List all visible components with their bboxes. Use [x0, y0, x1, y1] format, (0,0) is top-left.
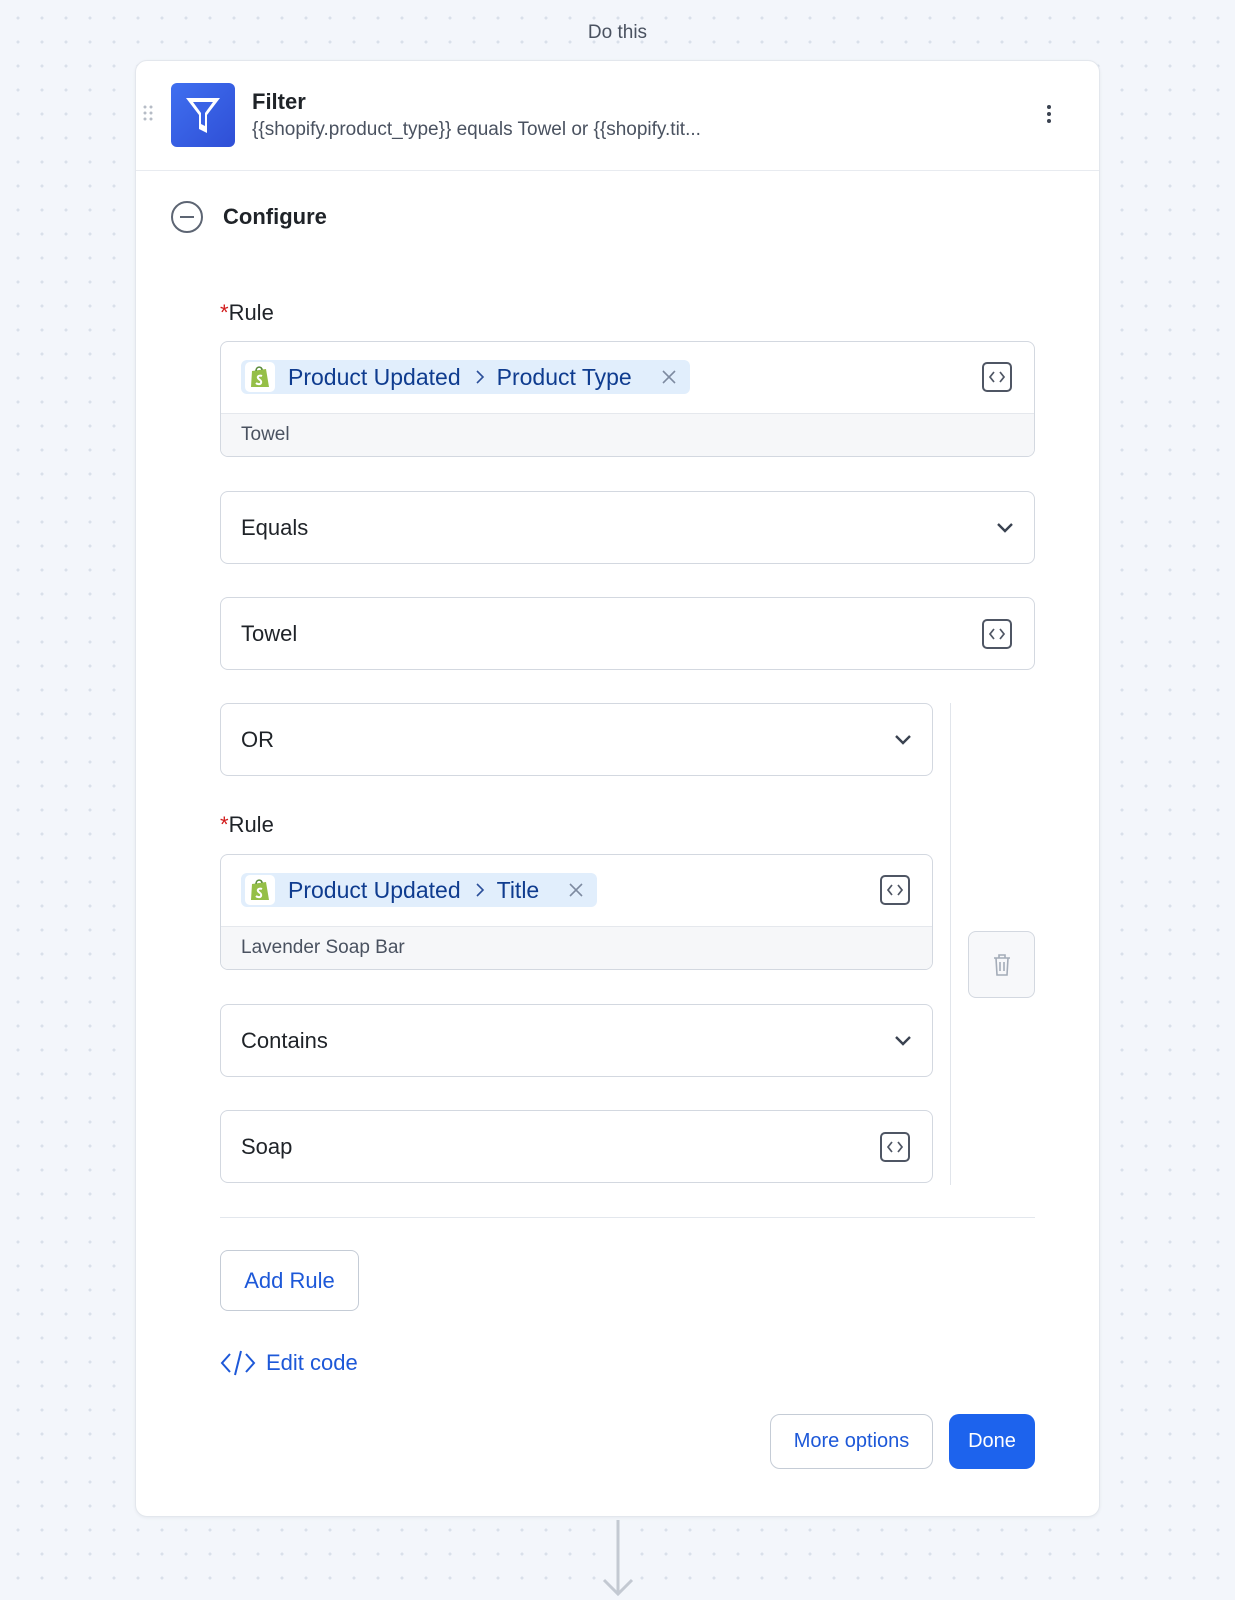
required-asterisk: *	[220, 812, 229, 837]
rule-1-field[interactable]: Product Updated Product Type Towel	[220, 341, 1035, 457]
value-text: Towel	[241, 621, 298, 646]
value-text: Soap	[241, 1134, 293, 1159]
group-divider-line	[950, 703, 951, 1185]
rule-2-field[interactable]: Product Updated Title Lavender Soap Bar	[220, 854, 933, 970]
token-field: Product Type	[496, 363, 632, 390]
rule-1-label: *Rule	[220, 300, 274, 325]
rule-1-value-input[interactable]: Towel	[220, 597, 1035, 670]
more-menu-icon[interactable]	[1039, 99, 1059, 129]
chevron-down-icon	[997, 523, 1013, 533]
code-icon	[220, 1350, 256, 1376]
delete-rule-button[interactable]	[968, 931, 1035, 998]
drag-handle-icon[interactable]	[143, 105, 155, 121]
do-this-label: Do this	[587, 22, 648, 43]
token-app: Product Updated	[288, 876, 461, 903]
done-button[interactable]: Done	[949, 1414, 1035, 1469]
shopify-icon	[245, 875, 275, 905]
code-toggle-icon[interactable]	[982, 619, 1012, 649]
rule-1-token[interactable]: Product Updated Product Type	[241, 360, 690, 394]
operator-value: Contains	[241, 1028, 328, 1053]
logic-operator-select[interactable]: OR	[220, 703, 933, 776]
step-title: Filter	[252, 89, 306, 114]
rule-2-label: *Rule	[220, 812, 274, 837]
edit-code-link[interactable]: Edit code	[220, 1348, 358, 1378]
section-divider	[220, 1217, 1035, 1218]
rule-2-value-input[interactable]: Soap	[220, 1110, 933, 1183]
trash-icon	[993, 953, 1010, 976]
shopify-icon	[245, 362, 275, 392]
remove-token-icon[interactable]	[662, 370, 676, 384]
collapse-icon[interactable]	[171, 201, 203, 233]
code-toggle-icon[interactable]	[880, 875, 910, 905]
rule-2-preview: Lavender Soap Bar	[221, 926, 932, 969]
rule-2-operator-select[interactable]: Contains	[220, 1004, 933, 1077]
chevron-right-icon	[475, 882, 485, 898]
chevron-down-icon	[895, 735, 911, 745]
filter-funnel-icon	[171, 83, 235, 147]
token-app: Product Updated	[288, 363, 461, 390]
remove-token-icon[interactable]	[569, 883, 583, 897]
add-rule-button[interactable]: Add Rule	[220, 1250, 359, 1311]
edit-code-label: Edit code	[266, 1350, 358, 1375]
chevron-right-icon	[475, 369, 485, 385]
rule-2-token[interactable]: Product Updated Title	[241, 873, 598, 907]
configure-section-toggle[interactable]: Configure	[171, 201, 327, 233]
more-options-button[interactable]: More options	[770, 1414, 933, 1469]
logic-value: OR	[241, 727, 274, 752]
step-subtitle: {{shopify.product_type}} equals Towel or…	[252, 119, 701, 140]
step-header[interactable]: Filter {{shopify.product_type}} equals T…	[136, 61, 1099, 171]
flow-arrow-icon	[602, 1520, 634, 1597]
rule-1-preview: Towel	[221, 413, 1034, 456]
code-toggle-icon[interactable]	[880, 1132, 910, 1162]
operator-value: Equals	[241, 515, 309, 540]
required-asterisk: *	[220, 300, 229, 325]
configure-label: Configure	[223, 204, 327, 229]
token-field: Title	[496, 876, 540, 903]
code-toggle-icon[interactable]	[982, 362, 1012, 392]
chevron-down-icon	[895, 1036, 911, 1046]
rule-1-operator-select[interactable]: Equals	[220, 491, 1035, 564]
